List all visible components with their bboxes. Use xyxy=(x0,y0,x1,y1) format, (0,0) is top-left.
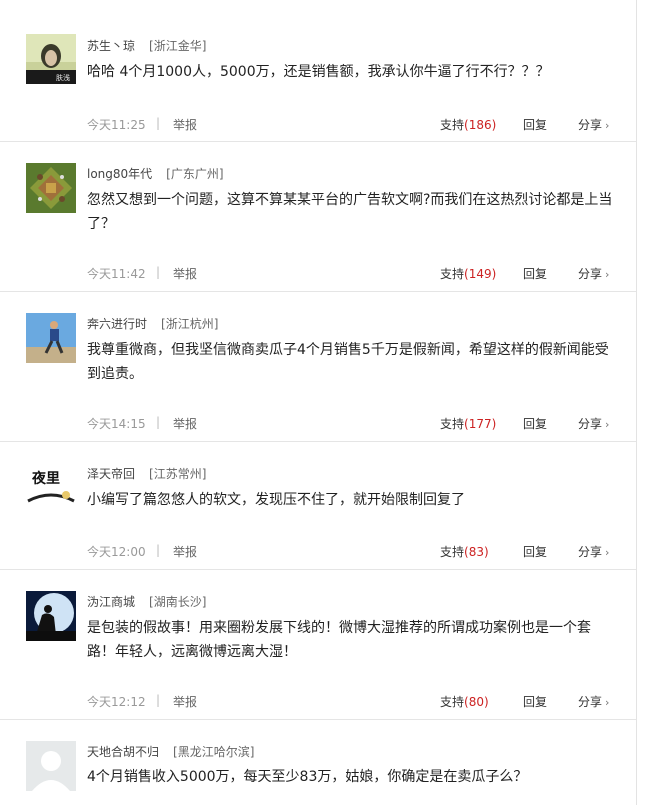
share-label: 分享 xyxy=(578,267,603,281)
support-button[interactable]: 支持(186) xyxy=(440,116,496,133)
share-button[interactable]: 分享 › xyxy=(578,693,609,710)
comment-time: 今天12:12 xyxy=(87,695,146,709)
separator: | xyxy=(156,693,161,707)
avatar[interactable]: 夜里 xyxy=(26,463,76,513)
comment-meta: 奔六进行时 [浙江杭州] xyxy=(87,315,218,332)
comment-actions: 今天14:15 | 举报 支持(177) 回复 分享 › xyxy=(87,413,612,433)
comment-time: 今天11:42 xyxy=(87,267,146,281)
support-label: 支持 xyxy=(440,545,465,559)
comment-meta: 苏生丶琼 [浙江金华] xyxy=(87,37,206,54)
reply-button[interactable]: 回复 xyxy=(523,693,547,710)
comment-meta: 泽天帝回 [江苏常州] xyxy=(87,465,206,482)
comment-meta: 沩江商城 [湖南长沙] xyxy=(87,593,206,610)
username[interactable]: 沩江商城 xyxy=(87,595,135,609)
support-count: (149) xyxy=(464,267,497,281)
comment-time: 今天11:25 xyxy=(87,118,146,132)
comment-actions: 今天11:25 | 举报 支持(186) 回复 分享 › xyxy=(87,114,612,134)
share-label: 分享 xyxy=(578,118,603,132)
avatar[interactable] xyxy=(26,163,76,213)
support-count: (177) xyxy=(464,417,497,431)
support-count: (80) xyxy=(464,695,489,709)
avatar[interactable] xyxy=(26,741,76,791)
separator: | xyxy=(156,265,161,279)
report-link[interactable]: 举报 xyxy=(173,116,197,133)
reply-button[interactable]: 回复 xyxy=(523,265,547,282)
support-button[interactable]: 支持(177) xyxy=(440,415,496,432)
user-location: [江苏常州] xyxy=(149,467,207,481)
comment-item: long80年代 [广东广州] 忽然又想到一个问题，这算不算某某平台的广告软文啊?… xyxy=(0,141,636,292)
username[interactable]: 天地合胡不归 xyxy=(87,745,159,759)
username[interactable]: 奔六进行时 xyxy=(87,317,147,331)
avatar[interactable] xyxy=(26,591,76,641)
comment-text: 4个月销售收入5000万，每天至少83万，姑娘，你确定是在卖瓜子么？ xyxy=(87,769,528,785)
chevron-right-icon: › xyxy=(605,119,610,132)
comment-actions: 今天12:12 | 举报 支持(80) 回复 分享 › xyxy=(87,691,612,711)
username[interactable]: long80年代 xyxy=(87,167,152,181)
reply-button[interactable]: 回复 xyxy=(523,543,547,560)
avatar[interactable] xyxy=(26,313,76,363)
share-button[interactable]: 分享 › xyxy=(578,265,609,282)
reply-button[interactable]: 回复 xyxy=(523,116,547,133)
chevron-right-icon: › xyxy=(605,268,610,281)
share-button[interactable]: 分享 › xyxy=(578,415,609,432)
share-button[interactable]: 分享 › xyxy=(578,116,609,133)
avatar[interactable]: 肤浅 xyxy=(26,34,76,84)
comment-meta: 天地合胡不归 [黑龙江哈尔滨] xyxy=(87,743,254,760)
comment-text: 是包装的假故事！用来圈粉发展下线的！微博大湿推荐的所谓成功案例也是一个套路！年轻… xyxy=(87,620,591,660)
report-link[interactable]: 举报 xyxy=(173,543,197,560)
comment-text: 忽然又想到一个问题，这算不算某某平台的广告软文啊?而我们在这热烈讨论都是上当了？ xyxy=(87,192,613,232)
comment-text: 小编写了篇忽悠人的软文，发现压不住了，就开始限制回复了 xyxy=(87,492,465,508)
comment-item: 沩江商城 [湖南长沙] 是包装的假故事！用来圈粉发展下线的！微博大湿推荐的所谓成功… xyxy=(0,569,636,720)
user-location: [湖南长沙] xyxy=(149,595,207,609)
share-label: 分享 xyxy=(578,417,603,431)
user-location: [黑龙江哈尔滨] xyxy=(173,745,255,759)
share-label: 分享 xyxy=(578,695,603,709)
user-location: [浙江杭州] xyxy=(161,317,219,331)
comment-time: 今天12:00 xyxy=(87,545,146,559)
user-location: [浙江金华] xyxy=(149,39,207,53)
comment-actions: 今天12:00 | 举报 支持(83) 回复 分享 › xyxy=(87,541,612,561)
support-button[interactable]: 支持(83) xyxy=(440,543,489,560)
support-label: 支持 xyxy=(440,417,465,431)
comment-item: 夜里 泽天帝回 [江苏常州] 小编写了篇忽悠人的软文，发现压不住了，就开始限制回复… xyxy=(0,441,636,570)
report-link[interactable]: 举报 xyxy=(173,415,197,432)
share-label: 分享 xyxy=(578,545,603,559)
support-button[interactable]: 支持(80) xyxy=(440,693,489,710)
separator: | xyxy=(156,116,161,130)
username[interactable]: 泽天帝回 xyxy=(87,467,135,481)
support-count: (186) xyxy=(464,118,497,132)
chevron-right-icon: › xyxy=(605,418,610,431)
support-label: 支持 xyxy=(440,267,465,281)
avatar-caption: 夜里 xyxy=(31,470,60,487)
comment-list: 肤浅 苏生丶琼 [浙江金华] 哈哈 4个月1000人，5000万，还是销售额，我承… xyxy=(0,0,637,805)
separator: | xyxy=(156,415,161,429)
comment-text: 我尊重微商，但我坚信微商卖瓜子4个月销售5千万是假新闻，希望这样的假新闻能受到追… xyxy=(87,342,609,382)
report-link[interactable]: 举报 xyxy=(173,693,197,710)
reply-button[interactable]: 回复 xyxy=(523,415,547,432)
share-button[interactable]: 分享 › xyxy=(578,543,609,560)
separator: | xyxy=(156,543,161,557)
username[interactable]: 苏生丶琼 xyxy=(87,39,135,53)
chevron-right-icon: › xyxy=(605,546,610,559)
support-button[interactable]: 支持(149) xyxy=(440,265,496,282)
user-location: [广东广州] xyxy=(166,167,224,181)
comment-meta: long80年代 [广东广州] xyxy=(87,165,224,182)
comment-item: 天地合胡不归 [黑龙江哈尔滨] 4个月销售收入5000万，每天至少83万，姑娘，你… xyxy=(0,719,636,805)
comment-actions: 今天11:42 | 举报 支持(149) 回复 分享 › xyxy=(87,263,612,283)
comment-item: 肤浅 苏生丶琼 [浙江金华] 哈哈 4个月1000人，5000万，还是销售额，我承… xyxy=(0,0,636,142)
support-label: 支持 xyxy=(440,118,465,132)
avatar-caption: 肤浅 xyxy=(56,73,70,82)
comment-time: 今天14:15 xyxy=(87,417,146,431)
comment-item: 奔六进行时 [浙江杭州] 我尊重微商，但我坚信微商卖瓜子4个月销售5千万是假新闻，… xyxy=(0,291,636,442)
support-count: (83) xyxy=(464,545,489,559)
support-label: 支持 xyxy=(440,695,465,709)
report-link[interactable]: 举报 xyxy=(173,265,197,282)
comment-text: 哈哈 4个月1000人，5000万，还是销售额，我承认你牛逼了行不行？？？ xyxy=(87,64,550,80)
chevron-right-icon: › xyxy=(605,696,610,709)
